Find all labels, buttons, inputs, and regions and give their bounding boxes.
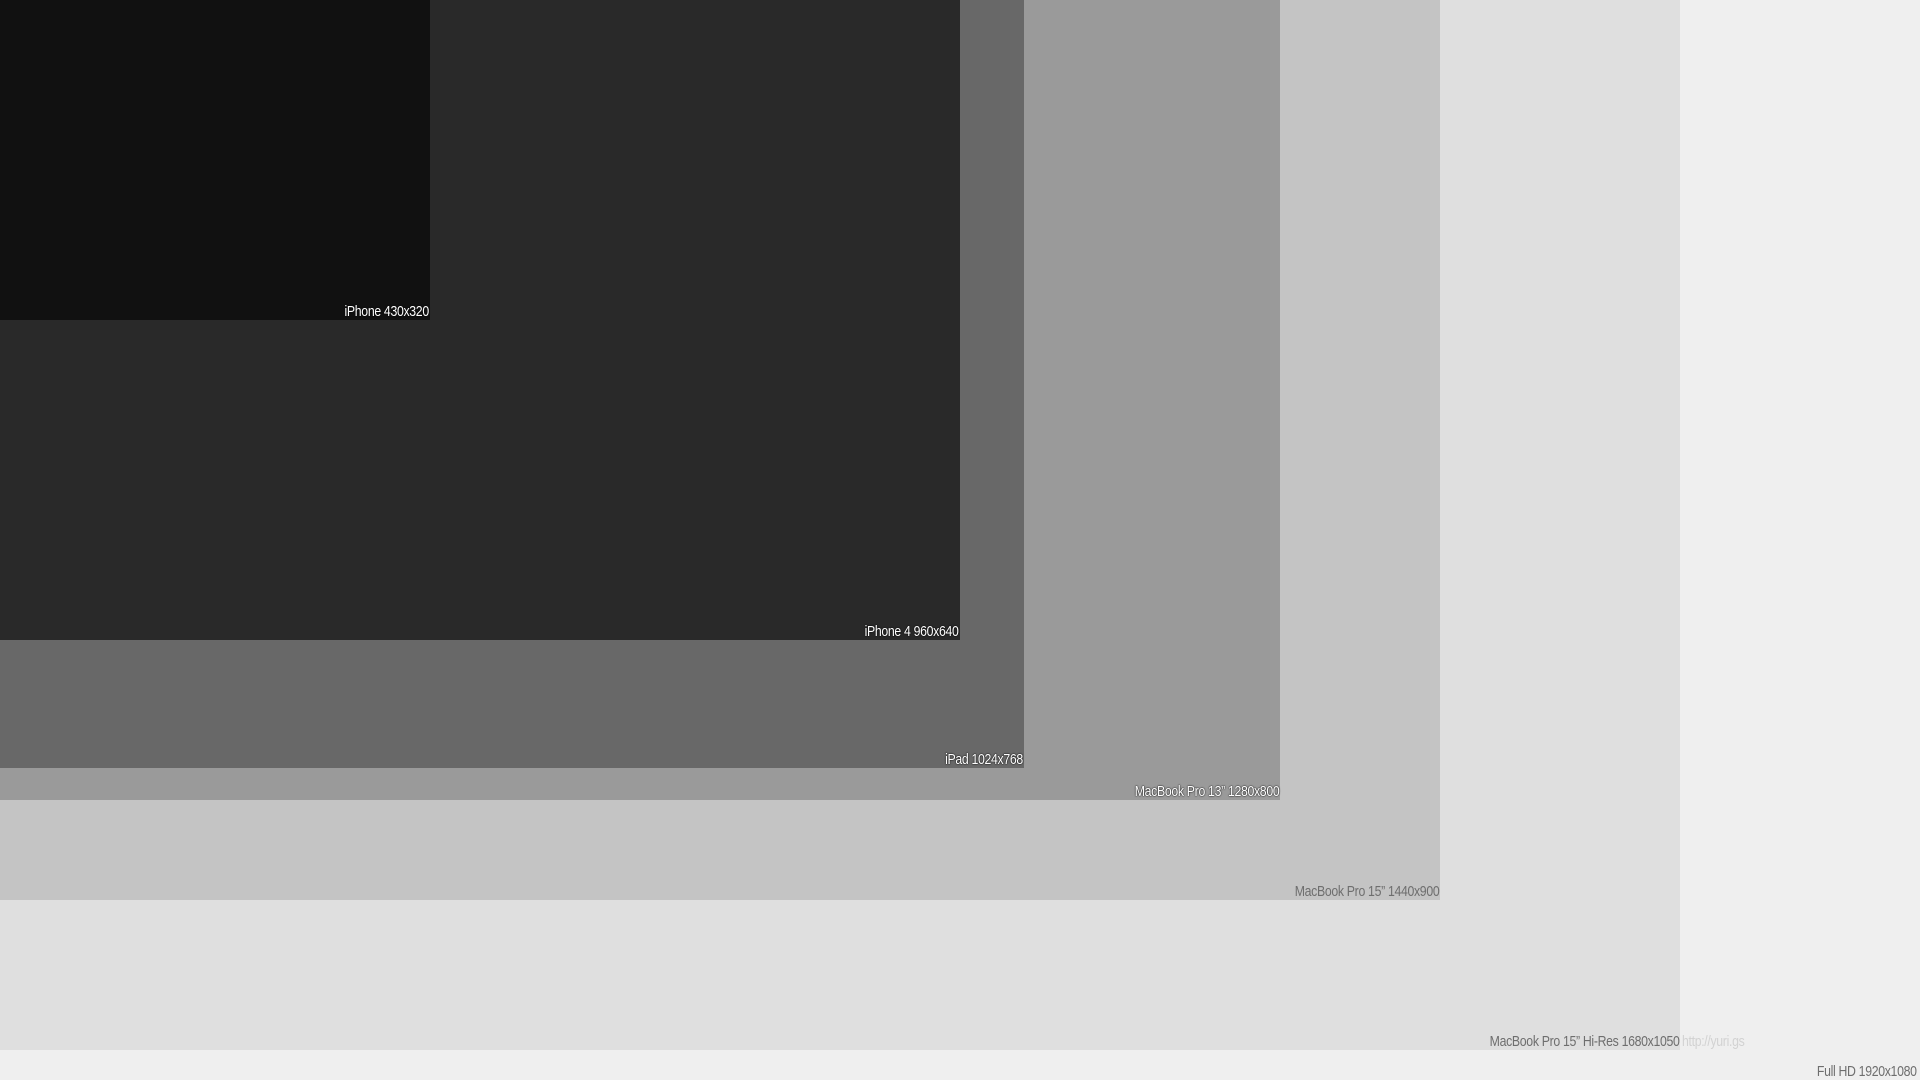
label-macbook-pro-15: MacBook Pro 15” 1440x900: [1294, 883, 1439, 900]
label-macbook-pro-15-hi-res: MacBook Pro 15” Hi-Res 1680x1050: [1489, 1033, 1679, 1050]
label-iphone-4: iPhone 4 960x640: [865, 623, 959, 640]
rect-iphone: [0, 0, 430, 320]
resolution-comparison-canvas: iPhone 430x320 iPhone 4 960x640 iPad 102…: [0, 0, 1920, 1080]
label-full-hd: Full HD 1920x1080: [1817, 1063, 1917, 1080]
url-link[interactable]: http://yuri.gs: [1682, 1034, 1745, 1049]
label-ipad: iPad 1024x768: [945, 751, 1023, 768]
label-iphone: iPhone 430x320: [344, 303, 430, 320]
label-macbook-pro-13: MacBook Pro 13” 1280x800: [1134, 783, 1279, 800]
